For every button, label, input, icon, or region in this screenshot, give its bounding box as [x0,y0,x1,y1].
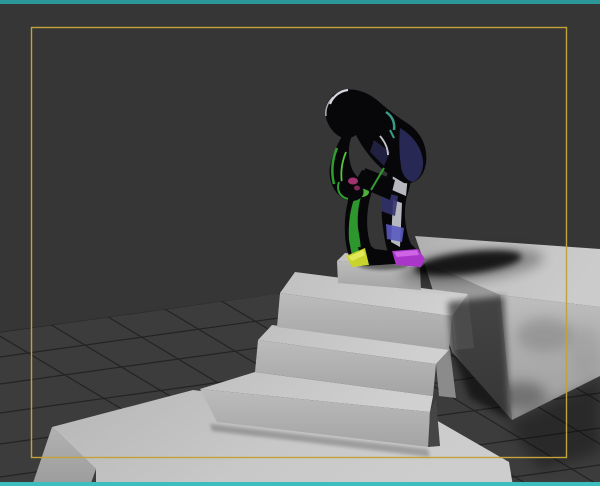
viewport-top-border [0,0,600,4]
viewport-bottom-border [0,482,600,486]
render-viewport[interactable] [0,0,600,486]
hand-magenta-1 [348,177,358,185]
hand-magenta-2 [354,185,360,191]
